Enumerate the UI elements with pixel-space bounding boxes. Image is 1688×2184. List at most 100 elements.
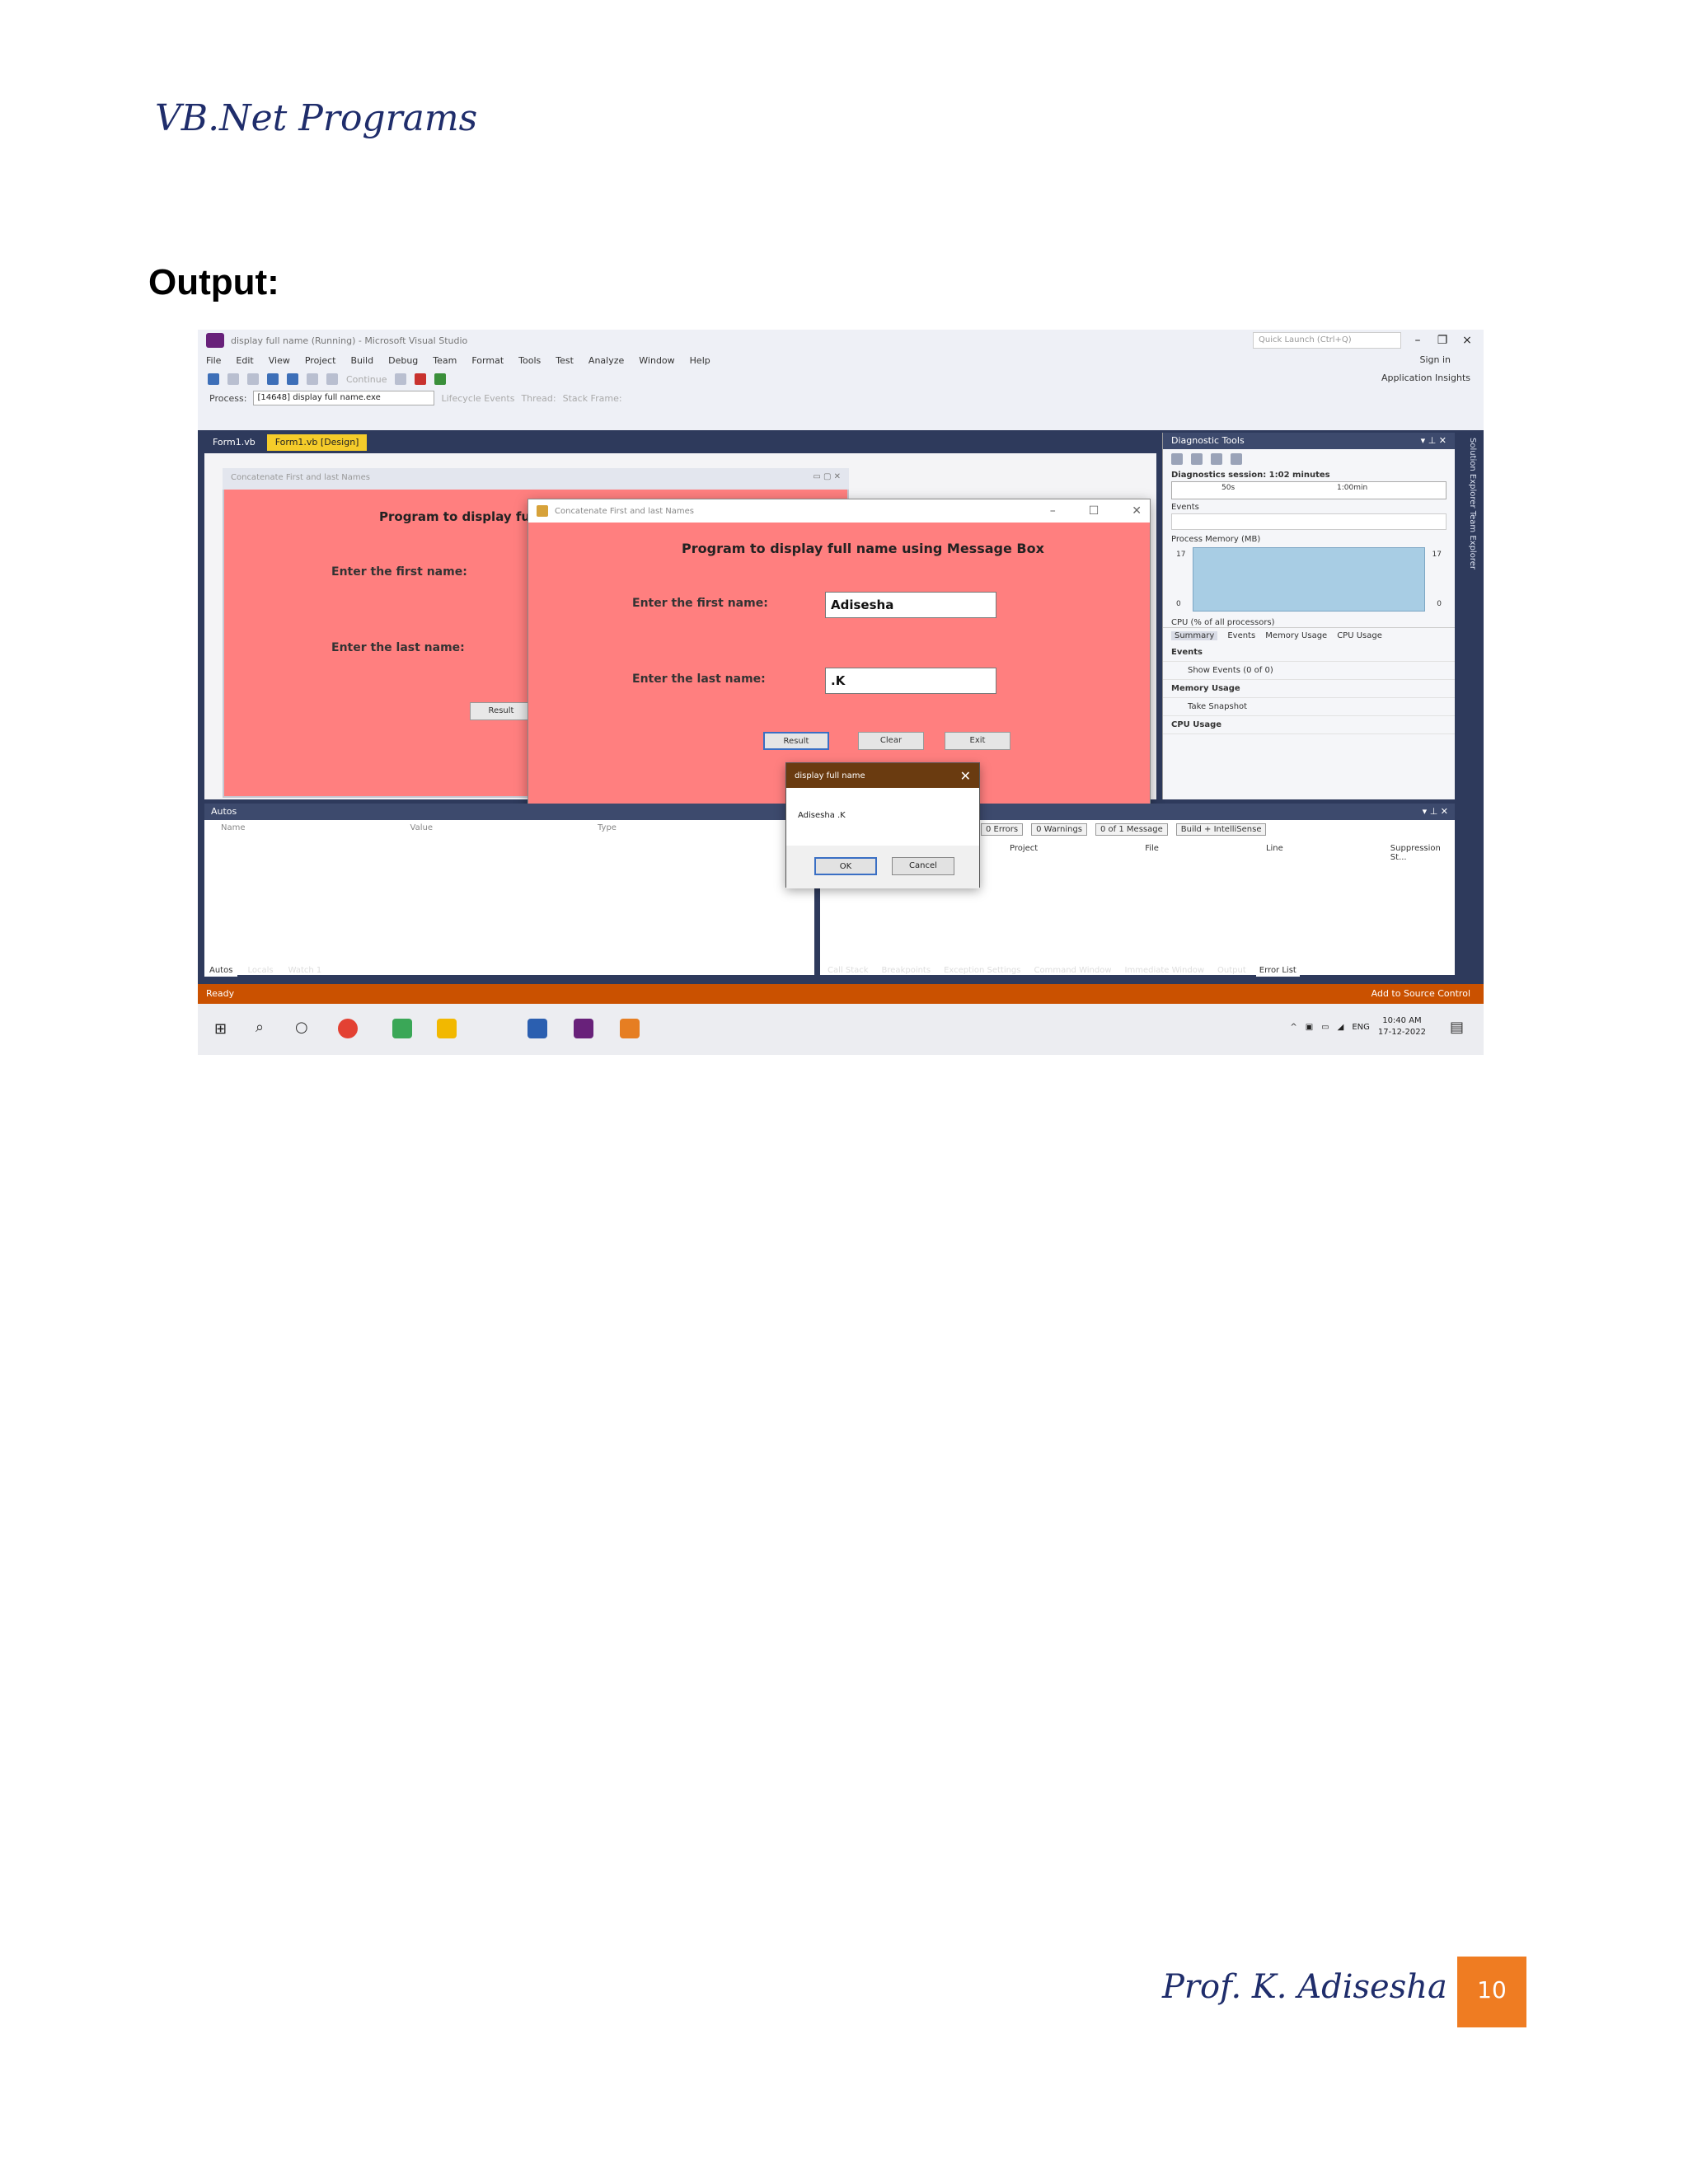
lifecycle-events-button[interactable]: Lifecycle Events — [441, 393, 514, 404]
notification-icon[interactable]: ▤ — [1450, 1019, 1464, 1036]
minimize-icon[interactable]: – — [1409, 334, 1426, 347]
tab-summary[interactable]: Summary — [1171, 631, 1218, 640]
build-filter-select[interactable]: Build + IntelliSense — [1175, 823, 1267, 836]
show-events-link[interactable]: Show Events (0 of 0) — [1163, 662, 1455, 680]
result-button[interactable]: Result — [763, 732, 829, 750]
application-insights-button[interactable]: Application Insights — [1381, 373, 1470, 383]
visual-studio-taskbar-icon[interactable] — [574, 1019, 593, 1038]
messages-filter[interactable]: 0 of 1 Message — [1095, 823, 1168, 836]
settings-icon[interactable] — [1171, 453, 1183, 465]
pin-icon[interactable]: ▾ ⊥ ✕ — [1421, 435, 1447, 447]
select-tools-icon[interactable] — [1191, 453, 1203, 465]
tab-command-window[interactable]: Command Window — [1031, 964, 1115, 977]
take-snapshot-button[interactable]: Take Snapshot — [1163, 698, 1455, 716]
diagnostics-timeline[interactable]: 50s 1:00min — [1171, 481, 1447, 499]
exit-button[interactable]: Exit — [945, 732, 1010, 750]
tab-events[interactable]: Events — [1227, 631, 1255, 640]
clear-button[interactable]: Clear — [858, 732, 924, 750]
menu-edit[interactable]: Edit — [236, 355, 253, 366]
autos-col-name: Name — [221, 823, 246, 832]
errors-filter[interactable]: 0 Errors — [981, 823, 1024, 836]
tab-breakpoints[interactable]: Breakpoints — [879, 964, 935, 977]
undo-icon[interactable] — [307, 373, 318, 385]
tray-battery-icon[interactable]: ▭ — [1321, 1023, 1329, 1032]
menu-help[interactable]: Help — [690, 355, 710, 366]
stop-debugging-icon[interactable] — [415, 373, 427, 385]
tray-language[interactable]: ENG — [1352, 1023, 1370, 1032]
quick-launch-input[interactable]: Quick Launch (Ctrl+Q) — [1253, 332, 1401, 349]
memory-usage-header: Memory Usage — [1163, 680, 1455, 698]
tab-output[interactable]: Output — [1214, 964, 1250, 977]
search-icon[interactable]: ⌕ — [256, 1019, 275, 1038]
tray-volume-icon[interactable]: ◢ — [1338, 1023, 1344, 1032]
status-bar: Ready Add to Source Control — [198, 984, 1484, 1004]
save-all-icon[interactable] — [287, 373, 298, 385]
zoom-in-icon[interactable] — [1211, 453, 1222, 465]
tab-autos[interactable]: Autos — [204, 964, 238, 977]
events-track — [1171, 513, 1447, 530]
continue-button[interactable]: Continue — [346, 374, 387, 385]
running-app-icon[interactable] — [620, 1019, 640, 1038]
vs-window-title: display full name (Running) - Microsoft … — [231, 335, 468, 346]
events-section-label: Events — [1171, 503, 1199, 512]
tab-form1-code[interactable]: Form1.vb — [204, 434, 264, 451]
close-icon[interactable]: ✕ — [960, 768, 971, 784]
file-explorer-icon[interactable] — [437, 1019, 457, 1038]
redo-icon[interactable] — [326, 373, 338, 385]
close-icon[interactable]: ✕ — [1132, 504, 1142, 518]
windows-start-icon[interactable]: ⊞ — [214, 1020, 227, 1038]
tab-watch1[interactable]: Watch 1 — [284, 964, 327, 977]
tab-call-stack[interactable]: Call Stack — [824, 964, 872, 977]
status-ready: Ready — [206, 988, 235, 999]
menu-view[interactable]: View — [269, 355, 290, 366]
save-icon[interactable] — [267, 373, 279, 385]
tab-cpu-usage[interactable]: CPU Usage — [1337, 631, 1382, 640]
warnings-filter[interactable]: 0 Warnings — [1031, 823, 1088, 836]
menu-tools[interactable]: Tools — [518, 355, 541, 366]
tray-clock[interactable]: 10:40 AM 17-12-2022 — [1378, 1015, 1426, 1038]
break-all-icon[interactable] — [395, 373, 407, 385]
back-icon[interactable] — [208, 373, 219, 385]
menu-project[interactable]: Project — [305, 355, 336, 366]
new-project-icon[interactable] — [247, 373, 259, 385]
add-to-source-control-button[interactable]: Add to Source Control — [1372, 988, 1470, 999]
tab-error-list[interactable]: Error List — [1255, 964, 1300, 977]
diagnostic-tabs: Summary Events Memory Usage CPU Usage — [1163, 627, 1455, 644]
restart-icon[interactable] — [434, 373, 447, 385]
process-select[interactable]: [14648] display full name.exe — [253, 391, 435, 405]
zoom-out-icon[interactable] — [1231, 453, 1242, 465]
menu-analyze[interactable]: Analyze — [588, 355, 624, 366]
design-result-button[interactable]: Result — [470, 702, 532, 720]
tray-network-icon[interactable]: ▣ — [1306, 1023, 1313, 1032]
menu-test[interactable]: Test — [556, 355, 574, 366]
signin-link[interactable]: Sign in — [1419, 354, 1451, 365]
close-icon[interactable]: × — [1459, 334, 1475, 347]
menu-debug[interactable]: Debug — [388, 355, 418, 366]
minimize-icon[interactable]: – — [1050, 504, 1056, 518]
forward-icon[interactable] — [227, 373, 239, 385]
restore-icon[interactable]: ❐ — [1434, 334, 1451, 347]
menu-window[interactable]: Window — [639, 355, 674, 366]
side-strip-tabs[interactable]: Solution Explorer Team Explorer — [1459, 433, 1477, 598]
menu-format[interactable]: Format — [471, 355, 504, 366]
menu-build[interactable]: Build — [350, 355, 373, 366]
task-view-icon[interactable]: ○ — [295, 1019, 315, 1038]
tab-locals[interactable]: Locals — [242, 964, 278, 977]
ok-button[interactable]: OK — [814, 857, 877, 875]
maximize-icon[interactable]: ☐ — [1089, 504, 1100, 518]
tab-immediate-window[interactable]: Immediate Window — [1122, 964, 1208, 977]
tray-chevron-icon[interactable]: ^ — [1290, 1023, 1296, 1032]
diagnostic-tools-panel: Diagnostic Tools ▾ ⊥ ✕ Diagnostics sessi… — [1162, 433, 1455, 799]
menu-team[interactable]: Team — [433, 355, 457, 366]
message-box-text: Adisesha .K — [798, 811, 846, 820]
whatsapp-icon[interactable] — [392, 1019, 412, 1038]
tab-exception-settings[interactable]: Exception Settings — [940, 964, 1024, 977]
first-name-input[interactable]: Adisesha — [825, 592, 996, 618]
tab-memory-usage[interactable]: Memory Usage — [1265, 631, 1327, 640]
menu-file[interactable]: File — [206, 355, 221, 366]
tab-form1-design[interactable]: Form1.vb [Design] — [266, 434, 368, 451]
cancel-button[interactable]: Cancel — [892, 857, 954, 875]
chrome-icon[interactable] — [338, 1019, 358, 1038]
word-icon[interactable] — [528, 1019, 547, 1038]
last-name-input[interactable]: .K — [825, 668, 996, 694]
